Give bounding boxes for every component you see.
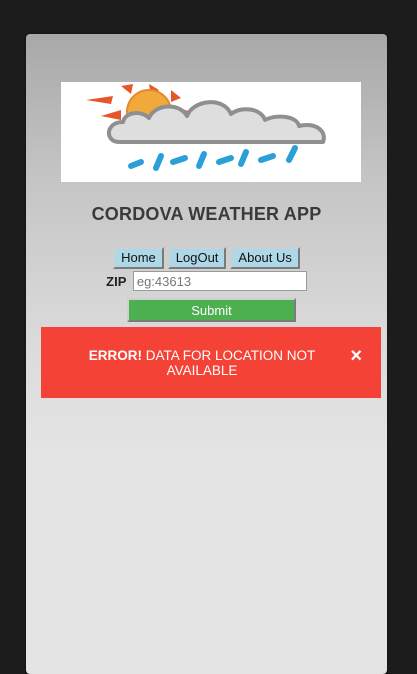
app-title: CORDOVA WEATHER APP [91, 204, 322, 224]
alert-text: ERROR! DATA FOR LOCATION NOT AVAILABLE [69, 348, 335, 378]
weather-rain-sun-icon [86, 84, 326, 171]
alert-message: DATA FOR LOCATION NOT AVAILABLE [141, 348, 316, 378]
zip-row: ZIP [26, 271, 387, 291]
zip-label: ZIP [106, 273, 127, 289]
submit-button[interactable]: Submit [127, 298, 296, 322]
alert-strong-label: ERROR! [88, 348, 142, 363]
nav-bar: Home LogOut About Us [26, 247, 387, 269]
app-panel: CORDOVA WEATHER APP Home LogOut About Us… [26, 34, 387, 674]
home-button[interactable]: Home [113, 247, 164, 269]
logout-button[interactable]: LogOut [167, 247, 227, 269]
weather-logo [61, 82, 361, 182]
about-us-button[interactable]: About Us [230, 247, 300, 269]
zip-input[interactable] [132, 271, 307, 291]
error-alert: ERROR! DATA FOR LOCATION NOT AVAILABLE × [41, 327, 381, 398]
close-icon[interactable]: × [350, 346, 362, 366]
